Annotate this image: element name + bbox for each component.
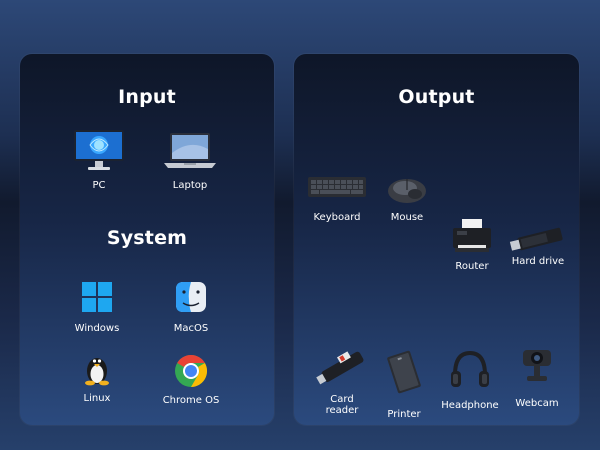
output-heading: Output [398,86,475,108]
input-heading: Input [118,86,176,108]
output-item-webcam[interactable]: Webcam [497,346,577,409]
input-item-laptop[interactable]: Laptop [150,129,230,191]
macos-label: MacOS [173,323,209,334]
chrome-logo-icon [175,354,208,388]
card-reader-label: Card reader [325,394,359,416]
headphones-icon [451,350,489,387]
external-drive-icon [387,350,421,394]
pc-label: PC [92,180,106,191]
system-item-macos[interactable]: MacOS [151,280,231,334]
desktop-pc-icon [74,130,124,170]
system-item-windows[interactable]: Windows [57,280,137,334]
chrome-os-label: Chrome OS [162,395,220,406]
system-item-chrome-os[interactable]: Chrome OS [151,354,231,406]
usb-drive-icon [509,227,563,251]
input-system-panel: Input PC Laptop System Windows MacOS Lin… [20,54,274,425]
hard-drive-label: Hard drive [511,256,565,267]
macos-finder-icon [176,282,206,312]
laptop-label: Laptop [172,180,208,191]
windows-logo-icon [82,282,112,312]
output-item-keyboard[interactable]: Keyboard [297,173,377,223]
system-heading: System [106,227,188,249]
keyboard-label: Keyboard [313,212,361,223]
router-printer-icon [453,219,491,252]
laptop-icon [164,133,216,168]
webcam-icon [523,350,551,381]
output-item-mouse[interactable]: Mouse [367,174,447,223]
windows-label: Windows [74,323,120,334]
input-item-pc[interactable]: PC [59,129,139,191]
linux-label: Linux [83,393,111,404]
card-reader-icon [316,351,364,385]
linux-tux-icon [85,358,109,386]
webcam-label: Webcam [515,398,559,409]
mouse-icon [388,179,426,203]
system-item-linux[interactable]: Linux [57,352,137,404]
output-panel: Output Keyboard Mouse Router Hard drive … [294,54,579,425]
output-item-hard-drive[interactable]: Hard drive [498,223,578,267]
keyboard-icon [308,177,366,197]
